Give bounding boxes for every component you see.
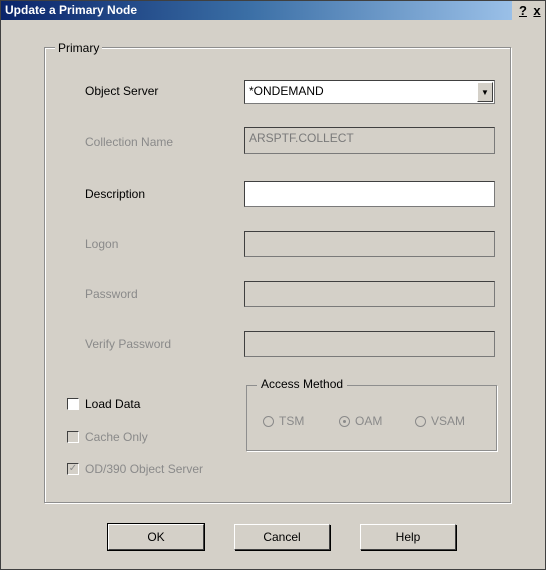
load-data-checkbox[interactable] [67, 398, 79, 410]
cache-only-checkbox [67, 431, 79, 443]
radio-oam-dot [339, 415, 350, 427]
object-server-label: Object Server [85, 84, 159, 98]
radio-vsam-dot [415, 415, 426, 427]
title-bar[interactable]: Update a Primary Node ? x [1, 1, 545, 20]
radio-vsam: VSAM [415, 414, 465, 428]
title-bar-buttons: ? x [512, 1, 545, 20]
radio-vsam-label: VSAM [431, 414, 466, 428]
cache-only-label: Cache Only [85, 430, 148, 444]
logon-label: Logon [85, 237, 119, 251]
collection-name-label: Collection Name [85, 135, 174, 149]
load-data-label: Load Data [85, 397, 141, 411]
radio-oam: OAM [339, 414, 382, 428]
primary-group-legend: Primary [55, 41, 103, 55]
radio-tsm-dot [263, 415, 274, 427]
verify-password-label: Verify Password [85, 337, 172, 351]
collection-name-field: ARSPTF.COLLECT [244, 127, 495, 154]
checkmark-icon: ✓ [68, 463, 78, 474]
radio-tsm: TSM [263, 414, 304, 428]
dialog-window: Update a Primary Node ? x Primary Object… [0, 0, 546, 570]
help-title-button[interactable]: ? [516, 3, 530, 18]
password-label: Password [85, 287, 138, 301]
window-title: Update a Primary Node [5, 3, 138, 17]
collection-name-value: ARSPTF.COLLECT [249, 131, 354, 145]
help-button[interactable]: Help [360, 524, 456, 550]
verify-password-field [244, 331, 495, 357]
radio-oam-label: OAM [355, 414, 383, 428]
object-server-select[interactable]: *ONDEMAND ▼ [244, 80, 495, 104]
password-field [244, 281, 495, 307]
description-field[interactable] [244, 181, 495, 207]
od390-object-server-checkbox: ✓ [67, 463, 79, 475]
ok-button[interactable]: OK [107, 523, 205, 551]
cancel-button[interactable]: Cancel [234, 524, 330, 550]
od390-object-server-label: OD/390 Object Server [85, 462, 204, 476]
description-label: Description [85, 187, 146, 201]
chevron-down-icon[interactable]: ▼ [477, 82, 493, 102]
access-method-legend: Access Method [257, 377, 348, 391]
logon-field [244, 231, 495, 257]
close-title-button[interactable]: x [530, 3, 544, 18]
radio-tsm-label: TSM [279, 414, 305, 428]
object-server-value: *ONDEMAND [249, 84, 324, 98]
